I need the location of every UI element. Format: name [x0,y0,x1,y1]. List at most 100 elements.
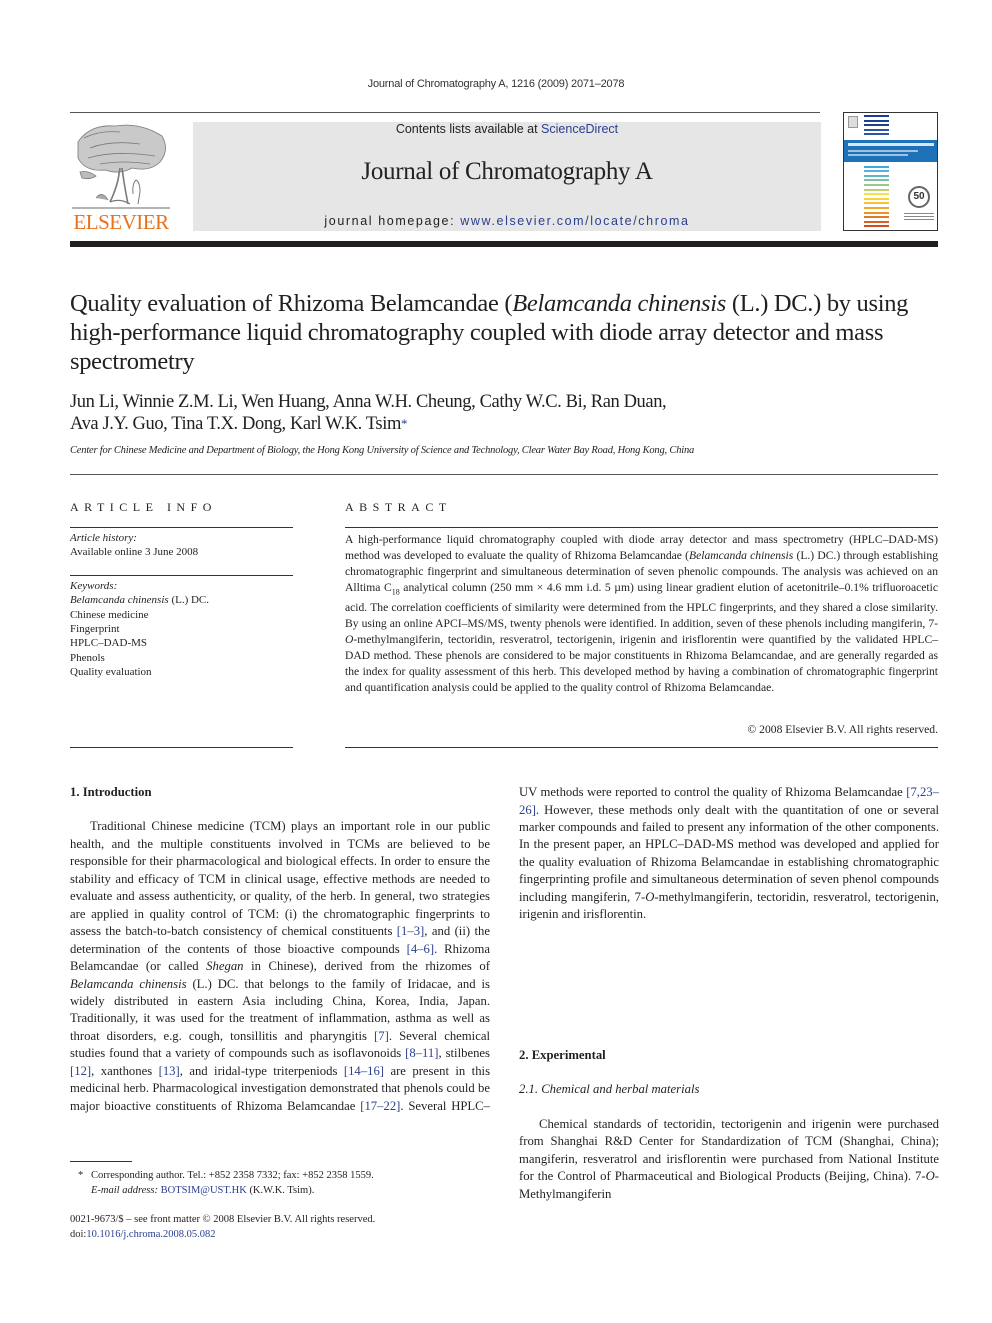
cover-stripe [864,211,889,214]
cover-stripe [864,128,889,131]
abstract-divider-top [345,527,938,528]
abstract-divider-bottom [345,747,938,748]
authors-line-2: Ava J.Y. Guo, Tina T.X. Dong, Karl W.K. … [70,414,401,434]
doi-link[interactable]: 10.1016/j.chroma.2008.05.082 [86,1229,215,1240]
corresponding-author-mark[interactable]: * [401,416,408,431]
materials-paragraph: Chemical standards of tectoridin, tector… [519,1116,939,1203]
cover-stripe [864,193,889,196]
cover-stripe [864,197,889,200]
text-segment: . Several HPLC–UV methods were reported … [519,785,903,800]
abstract-segment: -methylmangiferin, tectoridin, resveratr… [345,633,938,695]
cover-stripe [864,188,889,191]
keyword-item: HPLC–DAD-MS [70,637,148,650]
text-segment: , xan­thones [91,1063,159,1078]
citation-link[interactable]: [14–16] [344,1064,384,1078]
citation-link[interactable]: [13] [159,1064,180,1078]
title-text: Quality evaluation of Rhizoma Belamcanda… [70,290,513,317]
affiliation-divider [70,474,938,475]
homepage-prefix: journal homepage: [324,214,461,228]
cover-stripe [864,202,889,205]
cover-stripe [864,225,889,228]
text-segment: . However, these methods only dealt with… [519,802,939,904]
abstract-subscript: 18 [391,587,400,597]
journal-homepage-link[interactable]: www.elsevier.com/locate/chroma [460,214,689,228]
citation-link[interactable]: [1–3] [397,924,424,938]
cover-stripe [864,184,889,186]
journal-title[interactable]: Journal of Chromatography A [193,158,821,186]
footnote: * Corresponding author. Tel.: +852 2358 7… [70,1169,490,1198]
keyword-species: Belamcanda chinensis [70,594,169,607]
citation-link[interactable]: [8–11] [405,1046,438,1060]
abstract-segment: analytical column (250 mm × 4.6 mm i.d. … [345,581,938,631]
elsevier-tree-icon [72,124,170,209]
abstract-copyright: © 2008 Elsevier B.V. All rights reserved… [747,723,938,736]
cover-stripe [864,174,889,177]
citation-link[interactable]: [12] [70,1064,91,1078]
subsection-heading-materials: 2.1. Chemical and herbal materials [519,1082,700,1097]
history-label: Article history: [70,532,137,544]
title-species-italic: Belamcanda chinensis [512,290,727,317]
history-value: Available online 3 June 2008 [70,546,199,559]
journal-cover-thumbnail[interactable]: 50 [843,112,938,231]
introduction-paragraph: Traditional Chinese medicine (TCM) plays… [70,818,490,1115]
corresponding-author-note: Corresponding author. Tel.: +852 2358 73… [91,1170,374,1181]
italic-term: O [645,889,655,904]
keywords-label: Keywords: [70,579,118,592]
cover-stripe [864,179,889,182]
citation-link[interactable]: [17–22] [360,1099,400,1113]
contents-prefix: Contents lists available at [395,122,542,136]
citation-link[interactable]: [7] [374,1029,389,1043]
keyword-species-authority: (L.) DC. [168,594,210,607]
italic-term: Belamcanda chinensis [70,976,187,991]
section-heading-introduction: 1. Introduction [70,785,152,799]
sciencedirect-link[interactable]: ScienceDirect [541,122,618,136]
email-label: E-mail address: [91,1184,161,1196]
introduction-paragraph-continued: Traditional Chinese medicine (TCM) plays… [519,784,939,1011]
cover-stripe [864,124,889,127]
cover-sciencedirect-icon [904,213,934,223]
elsevier-wordmark: ELSEVIER [73,210,169,234]
cover-title-band [844,140,937,162]
email-suffix: (K.W.K. Tsim). [246,1184,315,1196]
text-segment: , and iridal-type triterpeniods [179,1063,344,1078]
header-divider [70,112,820,113]
authors-line-1: Jun Li, Winnie Z.M. Li, Wen Huang, Anna … [70,392,667,412]
doi-prefix: doi: [70,1228,87,1240]
issn-doi-block: 0021-9673/$ – see front matter © 2008 El… [70,1213,490,1242]
article-info-heading: ARTICLE INFO [70,500,217,514]
keyword-item: Phenols [70,651,105,664]
body-column-right: Traditional Chinese medicine (TCM) plays… [519,784,939,1203]
abstract-heading: ABSTRACT [345,500,452,514]
materials-text: Chemical standards of tectoridin, tector… [519,1116,939,1184]
keyword-item: Belamcanda chinensis (L.) DC. [70,593,300,607]
issn-line: 0021-9673/$ – see front matter © 2008 El… [70,1214,376,1225]
cover-stripe [864,216,889,219]
elsevier-logo[interactable]: ELSEVIER [70,120,172,234]
article-title: Quality evaluation of Rhizoma Belamcanda… [70,289,950,376]
article-info-block: Article history: Available online 3 June… [70,531,300,680]
article-info-divider-top [70,527,293,528]
materials-italic-o: O [925,1169,935,1184]
text-segment: in Chinese), derived from the rhizomes o… [243,959,490,974]
banner-thick-divider [70,241,938,247]
citation-link[interactable]: [4–6] [407,942,434,956]
cover-stripe [864,207,889,209]
author-list: Jun Li, Winnie Z.M. Li, Wen Huang, Anna … [70,391,950,435]
article-info-divider-bottom [70,747,293,748]
cover-stripe [864,115,889,117]
email-link[interactable]: BOTSIM@UST.HK [161,1185,247,1196]
cover-stripe [864,133,889,136]
text-segment: , stilbenes [438,1046,491,1061]
keyword-item: Quality evaluation [70,666,152,679]
body-column-left: 1. Introduction Traditional Chinese medi… [70,784,490,1115]
cover-stripe [864,119,889,122]
keyword-item: Chinese medicine [70,608,149,621]
keyword-item: Fingerprint [70,623,120,636]
affiliation: Center for Chinese Medicine and Departme… [70,445,695,456]
footnote-mark: * [78,1170,84,1181]
running-header: Journal of Chromatography A, 1216 (2009)… [367,78,625,90]
abstract-species-italic: Belamcanda chinensis [689,549,794,562]
cover-stripe [864,165,889,168]
contents-available-line: Contents lists available at ScienceDirec… [193,122,821,136]
journal-banner: Contents lists available at ScienceDirec… [193,122,821,231]
